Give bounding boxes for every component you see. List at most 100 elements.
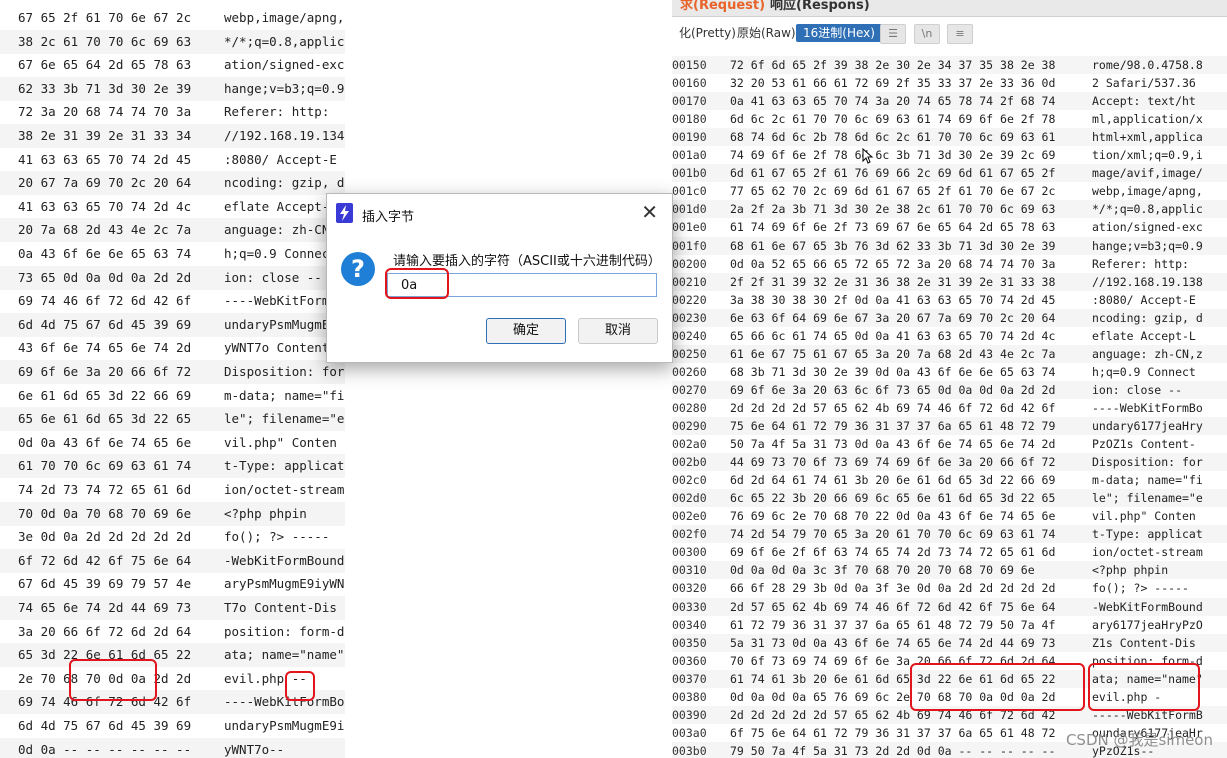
ascii-text[interactable]: T7o Content-Dis — [224, 596, 584, 620]
ascii-text[interactable]: html+xml,applica — [1092, 128, 1203, 146]
close-icon[interactable]: ✕ — [641, 200, 658, 224]
ascii-text[interactable]: le"; filename="e — [224, 407, 584, 431]
hex-bytes[interactable]: 6d 2d 64 61 74 61 3b 20 6e 61 6d 65 3d 2… — [730, 471, 1055, 489]
hex-bytes[interactable]: 72 3a 20 68 74 74 70 3a — [18, 100, 208, 124]
hex-bytes[interactable]: 70 0d 0a 70 68 70 69 6e — [18, 502, 208, 526]
ascii-text[interactable]: t-Type: applicat — [1092, 525, 1203, 543]
hex-bytes[interactable]: 2d 2d 2d 2d 57 65 62 4b 69 74 46 6f 72 6… — [730, 399, 1055, 417]
ascii-text[interactable]: <?php phpin — [224, 502, 584, 526]
hex-bytes[interactable]: 74 65 6e 74 2d 44 69 73 — [18, 596, 208, 620]
ascii-text[interactable]: Referer: http: — [1092, 255, 1189, 273]
ascii-text[interactable]: fo(); ?> ----- — [1092, 579, 1189, 597]
ascii-text[interactable]: ----WebKitFormBo — [224, 690, 584, 714]
ascii-text[interactable]: position: form-d — [224, 620, 584, 644]
ascii-text[interactable]: vil.php" Conten — [1092, 507, 1196, 525]
hex-bytes[interactable]: 38 2e 31 39 2e 31 33 34 — [18, 124, 208, 148]
hex-bytes[interactable]: 6f 72 6d 42 6f 75 6e 64 — [18, 549, 208, 573]
ascii-text[interactable]: hange;v=b3;q=0.9 — [224, 77, 584, 101]
ascii-text[interactable]: ncoding: gzip, d — [1092, 309, 1203, 327]
hex-bytes[interactable]: 43 6f 6e 74 65 6e 74 2d — [18, 336, 208, 360]
ascii-text[interactable]: */*;q=0.8,applic — [1092, 200, 1203, 218]
ascii-text[interactable]: le"; filename="e — [1092, 489, 1203, 507]
hex-bytes[interactable]: 61 70 70 6c 69 63 61 74 — [18, 454, 208, 478]
hex-bytes[interactable]: 75 6e 64 61 72 79 36 31 37 37 6a 65 61 4… — [730, 417, 1055, 435]
tab-request[interactable]: 求(Request) — [672, 0, 773, 15]
hex-bytes[interactable]: 73 65 0d 0a 0d 0a 2d 2d — [18, 266, 208, 290]
hex-bytes[interactable]: 2f 2f 31 39 32 2e 31 36 38 2e 31 39 2e 3… — [730, 273, 1055, 291]
hex-bytes[interactable]: 65 6e 61 6d 65 3d 22 65 — [18, 407, 208, 431]
ascii-text[interactable]: rome/98.0.4758.8 — [1092, 56, 1203, 74]
ascii-text[interactable]: ml,application/x — [1092, 110, 1203, 128]
ascii-text[interactable]: ----WebKitFormBo — [1092, 399, 1203, 417]
ascii-text[interactable]: eflate Accept-L — [1092, 327, 1196, 345]
ascii-text[interactable]: :8080/ Accept-E — [224, 148, 584, 172]
ascii-text[interactable]: webp,image/apng, — [224, 6, 584, 30]
ascii-text[interactable]: hange;v=b3;q=0.9 — [1092, 237, 1203, 255]
hex-bytes[interactable]: 44 69 73 70 6f 73 69 74 69 6f 6e 3a 20 6… — [730, 453, 1055, 471]
ascii-text[interactable]: m-data; name="fi — [1092, 471, 1203, 489]
ascii-text[interactable]: webp,image/apng, — [1092, 182, 1203, 200]
hex-bytes[interactable]: 76 69 6c 2e 70 68 70 22 0d 0a 43 6f 6e 7… — [730, 507, 1055, 525]
ascii-text[interactable]: */*;q=0.8,applic — [224, 30, 584, 54]
ascii-text[interactable]: -WebKitFormBound — [1092, 598, 1203, 616]
hex-bytes[interactable]: 68 74 6d 6c 2b 78 6d 6c 2c 61 70 70 6c 6… — [730, 128, 1055, 146]
hex-bytes[interactable]: 2a 2f 2a 3b 71 3d 30 2e 38 2c 61 70 70 6… — [730, 200, 1055, 218]
hex-bytes[interactable]: 62 33 3b 71 3d 30 2e 39 — [18, 77, 208, 101]
menu-icon[interactable]: ≡ — [947, 24, 973, 44]
ascii-text[interactable]: <?php phpin — [1092, 561, 1168, 579]
hex-bytes[interactable]: 41 63 63 65 70 74 2d 4c — [18, 195, 208, 219]
ascii-text[interactable]: -WebKitFormBound — [224, 549, 584, 573]
hex-bytes[interactable]: 67 6e 65 64 2d 65 78 63 — [18, 53, 208, 77]
hex-bytes[interactable]: 32 20 53 61 66 61 72 69 2f 35 33 37 2e 3… — [730, 74, 1055, 92]
hex-bytes[interactable]: 0a 41 63 63 65 70 74 3a 20 74 65 78 74 2… — [730, 92, 1055, 110]
ascii-text[interactable]: Disposition: for — [1092, 453, 1203, 471]
cancel-button[interactable]: 取消 — [578, 318, 658, 344]
hex-bytes[interactable]: 72 6f 6d 65 2f 39 38 2e 30 2e 34 37 35 3… — [730, 56, 1055, 74]
ascii-text[interactable]: 2 Safari/537.36 — [1092, 74, 1196, 92]
ascii-text[interactable]: Disposition: for — [224, 360, 584, 384]
view-hex-button[interactable]: 16进制(Hex) — [796, 24, 882, 42]
ascii-text[interactable]: ion/octet-stream — [224, 478, 584, 502]
hex-bytes[interactable]: 38 2c 61 70 70 6c 69 63 — [18, 30, 208, 54]
hex-bytes[interactable]: 6d 4d 75 67 6d 45 39 69 — [18, 714, 208, 738]
hex-bytes[interactable]: 74 2d 54 79 70 65 3a 20 61 70 70 6c 69 6… — [730, 525, 1055, 543]
hex-bytes[interactable]: 6d 4d 75 67 6d 45 39 69 — [18, 313, 208, 337]
ascii-text[interactable]: vil.php" Conten — [224, 431, 584, 455]
ascii-text[interactable]: Z1s Content-Dis — [1092, 634, 1196, 652]
hex-bytes[interactable]: 50 7a 4f 5a 31 73 0d 0a 43 6f 6e 74 65 6… — [730, 435, 1055, 453]
hex-bytes[interactable]: 69 74 46 6f 72 6d 42 6f — [18, 289, 208, 313]
hex-bytes[interactable]: 0d 0a -- -- -- -- -- -- — [18, 738, 208, 758]
hex-bytes[interactable]: 20 7a 68 2d 43 4e 2c 7a — [18, 218, 208, 242]
hex-bytes[interactable]: 77 65 62 70 2c 69 6d 61 67 65 2f 61 70 6… — [730, 182, 1055, 200]
ascii-text[interactable]: aryPsmMugmE9iyWN — [224, 572, 584, 596]
hex-bytes[interactable]: 0a 43 6f 6e 6e 65 63 74 — [18, 242, 208, 266]
ascii-text[interactable]: fo(); ?> ----- — [224, 525, 584, 549]
ascii-text[interactable]: ion: close -- — [1092, 381, 1182, 399]
format-icon[interactable]: ☰ — [880, 24, 906, 44]
hex-bytes[interactable]: 3a 38 30 38 30 2f 0d 0a 41 63 63 65 70 7… — [730, 291, 1055, 309]
ascii-text[interactable]: undary6177jeaHry — [1092, 417, 1203, 435]
ascii-text[interactable]: h;q=0.9 Connect — [1092, 363, 1196, 381]
ascii-text[interactable]: t-Type: applicat — [224, 454, 584, 478]
hex-bytes[interactable]: 6e 63 6f 64 69 6e 67 3a 20 67 7a 69 70 2… — [730, 309, 1055, 327]
hex-bytes[interactable]: 3a 20 66 6f 72 6d 2d 64 — [18, 620, 208, 644]
ascii-text[interactable]: mage/avif,image/ — [1092, 164, 1203, 182]
ascii-text[interactable]: ary6177jeaHryPzO — [1092, 616, 1203, 634]
hex-bytes[interactable]: 6f 75 6e 64 61 72 79 36 31 37 37 6a 65 6… — [730, 724, 1055, 742]
ascii-text[interactable]: yWNT7o-- — [224, 738, 584, 758]
hex-bytes[interactable]: 0d 0a 0d 0a 3c 3f 70 68 70 20 70 68 70 6… — [730, 561, 1035, 579]
hex-bytes[interactable]: 2d 57 65 62 4b 69 74 46 6f 72 6d 42 6f 7… — [730, 598, 1055, 616]
hex-bytes[interactable]: 6d 61 67 65 2f 61 76 69 66 2c 69 6d 61 6… — [730, 164, 1055, 182]
hex-bytes[interactable]: 65 66 6c 61 74 65 0d 0a 41 63 63 65 70 7… — [730, 327, 1055, 345]
hex-bytes[interactable]: 6e 61 6d 65 3d 22 66 69 — [18, 384, 208, 408]
ascii-text[interactable]: m-data; name="fi — [224, 384, 584, 408]
hex-bytes[interactable]: 67 65 2f 61 70 6e 67 2c — [18, 6, 208, 30]
hex-bytes[interactable]: 5a 31 73 0d 0a 43 6f 6e 74 65 6e 74 2d 4… — [730, 634, 1055, 652]
ascii-text[interactable]: undaryPsmMugmE9i — [224, 714, 584, 738]
hex-bytes[interactable]: 61 6e 67 75 61 67 65 3a 20 7a 68 2d 43 4… — [730, 345, 1055, 363]
hex-bytes[interactable]: 6c 65 22 3b 20 66 69 6c 65 6e 61 6d 65 3… — [730, 489, 1055, 507]
ascii-text[interactable]: ncoding: gzip, d — [224, 171, 584, 195]
hex-bytes[interactable]: 69 6f 6e 3a 20 63 6c 6f 73 65 0d 0a 0d 0… — [730, 381, 1055, 399]
ascii-text[interactable]: :8080/ Accept-E — [1092, 291, 1196, 309]
hex-bytes[interactable]: 0d 0a 52 65 66 65 72 65 72 3a 20 68 74 7… — [730, 255, 1055, 273]
